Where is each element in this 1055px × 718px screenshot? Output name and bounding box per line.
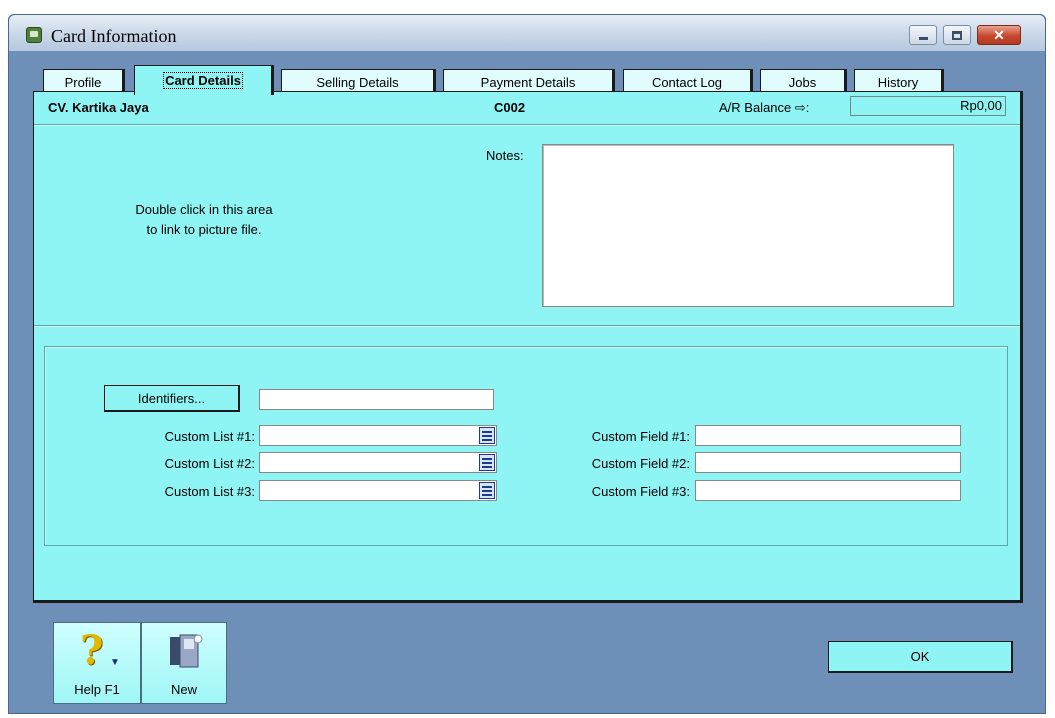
- tab-label: Card Details: [163, 72, 243, 89]
- custom-list-1-select[interactable]: [259, 425, 497, 446]
- ok-button[interactable]: OK: [828, 641, 1013, 673]
- divider: [34, 325, 1020, 327]
- tab-card-details[interactable]: Card Details: [134, 65, 274, 95]
- ar-balance-label[interactable]: A/R Balance ⇨:: [719, 100, 809, 116]
- picture-hint-line2: to link to picture file.: [146, 222, 262, 237]
- tab-label: Selling Details: [316, 74, 399, 90]
- card-details-panel: CV. Kartika Jaya C002 A/R Balance ⇨: Rp0…: [33, 91, 1023, 603]
- tab-label: Contact Log: [651, 74, 723, 90]
- tab-label: History: [877, 74, 919, 90]
- dropdown-caret-icon: ▼: [110, 657, 120, 668]
- custom-field-1-input[interactable]: [695, 425, 961, 446]
- custom-list-3-select[interactable]: [259, 480, 497, 501]
- new-card-icon: [170, 634, 203, 668]
- tab-label: Profile: [64, 74, 102, 90]
- window-title: Card Information: [51, 26, 177, 46]
- ar-balance-value: Rp0,00: [850, 96, 1006, 116]
- new-button-label: New: [170, 682, 197, 697]
- picture-hint-line1: Double click in this area: [135, 202, 273, 217]
- minimize-icon: [918, 36, 928, 40]
- notes-textarea[interactable]: [542, 144, 954, 307]
- custom-list-3-label: Custom List #3:: [164, 484, 255, 499]
- custom-list-2-select[interactable]: [259, 452, 497, 473]
- card-name: CV. Kartika Jaya: [48, 100, 149, 115]
- identifiers-field[interactable]: [259, 389, 494, 410]
- custom-field-3-input[interactable]: [695, 480, 961, 501]
- custom-field-2-input[interactable]: [695, 452, 961, 473]
- custom-field-3-label: Custom Field #3:: [591, 484, 690, 499]
- custom-field-1-label: Custom Field #1:: [591, 429, 690, 444]
- title-bar[interactable]: Card Information ✕: [9, 15, 1045, 51]
- identifiers-button[interactable]: Identifiers...: [104, 385, 240, 412]
- custom-fields-group: [44, 346, 1008, 546]
- help-button-label: Help F1: [74, 682, 120, 697]
- maximize-icon: [952, 30, 962, 40]
- close-button[interactable]: ✕: [977, 25, 1021, 45]
- new-button[interactable]: New: [141, 622, 227, 704]
- help-button[interactable]: ? ▼ Help F1: [53, 622, 141, 704]
- tab-label: Jobs: [788, 74, 817, 90]
- divider: [34, 124, 1020, 126]
- dropdown-icon[interactable]: [479, 454, 495, 471]
- card-id: C002: [494, 100, 526, 115]
- custom-list-1-label: Custom List #1:: [164, 429, 255, 444]
- app-icon: [26, 27, 42, 43]
- minimize-button[interactable]: [909, 25, 937, 45]
- tab-label: Payment Details: [480, 74, 576, 90]
- picture-area[interactable]: Double click in this area to link to pic…: [124, 200, 284, 240]
- dropdown-icon[interactable]: [479, 482, 495, 499]
- dropdown-icon[interactable]: [479, 427, 495, 444]
- maximize-button[interactable]: [943, 25, 971, 45]
- tab-strip: Profile Card Details Selling Details Pay…: [9, 51, 1047, 95]
- ok-button-label: OK: [910, 649, 930, 664]
- identifiers-button-label: Identifiers...: [137, 390, 206, 406]
- notes-label: Notes:: [486, 148, 524, 163]
- close-icon: ✕: [993, 26, 1005, 43]
- custom-field-2-label: Custom Field #2:: [591, 456, 690, 471]
- help-icon: ?: [80, 627, 104, 674]
- custom-list-2-label: Custom List #2:: [164, 456, 255, 471]
